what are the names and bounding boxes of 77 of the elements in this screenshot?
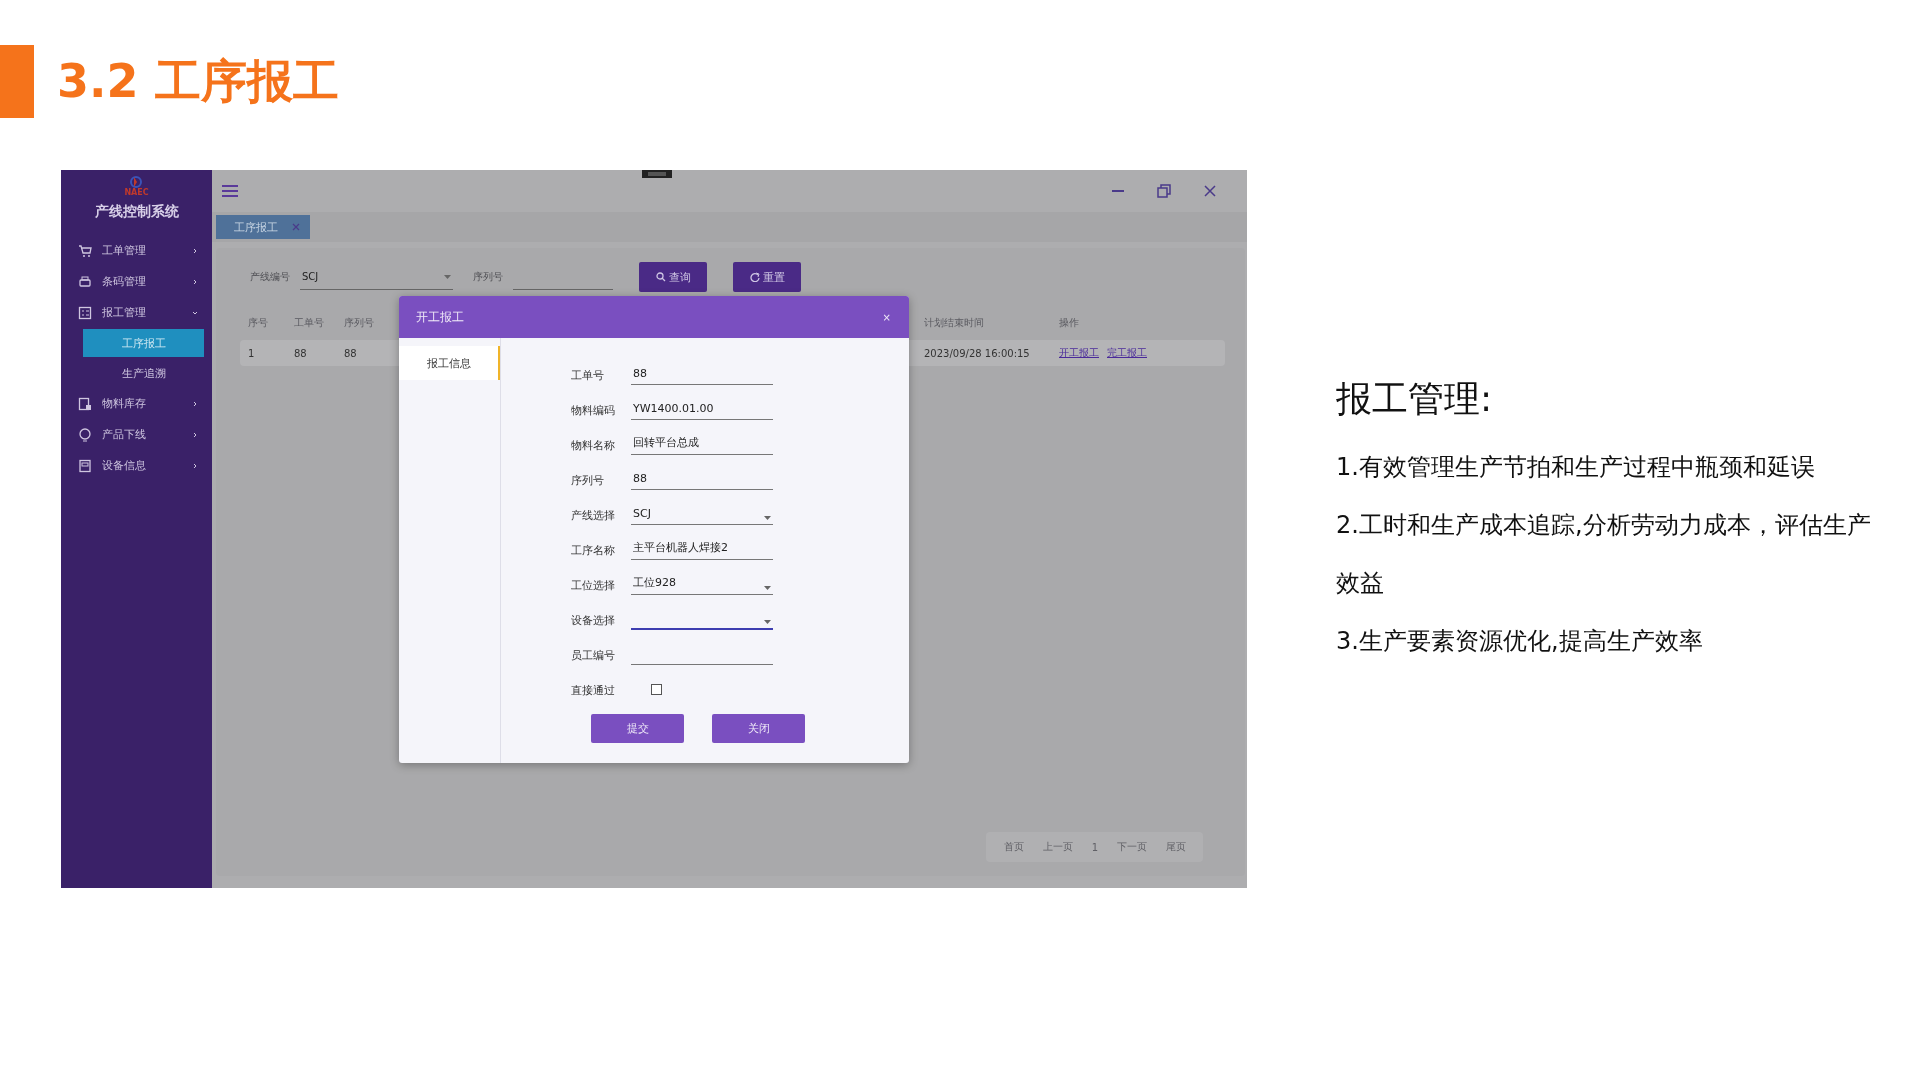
- field-label: 工序名称: [571, 543, 616, 558]
- note-point: 3.生产要素资源优化,提高生产效率: [1336, 626, 1704, 657]
- logo-icon: [129, 176, 144, 188]
- list-icon: [78, 305, 92, 320]
- input-field[interactable]: YW1400.01.00: [631, 393, 773, 420]
- chevron-right-icon: [192, 431, 198, 438]
- field-label: 序列号: [571, 473, 605, 488]
- input-field[interactable]: 回转平台总成: [631, 428, 773, 455]
- shield-icon: [78, 427, 92, 442]
- input-field[interactable]: 88: [631, 463, 773, 490]
- menu-icon[interactable]: [222, 185, 238, 197]
- column-header: 序号: [248, 316, 269, 330]
- field-label: 设备选择: [571, 613, 616, 628]
- restore-icon[interactable]: [1157, 184, 1171, 198]
- drag-handle-icon[interactable]: [642, 170, 672, 178]
- chevron-down-icon: [192, 309, 198, 316]
- column-header: 序列号: [344, 316, 375, 330]
- menu-item[interactable]: 工单管理: [61, 235, 212, 266]
- table-cell-text: 2023/09/28 16:00:15: [924, 347, 1031, 359]
- submenu-item[interactable]: 生产追溯: [83, 359, 204, 387]
- chevron-right-icon: [192, 400, 198, 407]
- menu-item[interactable]: 物料库存: [61, 388, 212, 419]
- note-point: 1.有效管理生产节拍和生产过程中瓶颈和延误: [1336, 452, 1816, 483]
- page-tab[interactable]: 工序报工: [216, 215, 310, 239]
- close-icon[interactable]: [1203, 184, 1217, 198]
- menu-item[interactable]: 报工管理: [61, 297, 212, 328]
- field-label: 物料编码: [571, 403, 616, 418]
- chevron-right-icon: [192, 278, 198, 285]
- action-link[interactable]: 完工报工: [1107, 346, 1147, 360]
- menu-item[interactable]: 产品下线: [61, 419, 212, 450]
- field-label: 工位选择: [571, 578, 616, 593]
- menu-item[interactable]: 设备信息: [61, 450, 212, 481]
- dialog-title: 开工报工: [416, 308, 464, 326]
- table-cell-text: 1: [248, 347, 256, 359]
- refresh-icon: [749, 272, 760, 282]
- caret-icon: [764, 619, 771, 624]
- filter-label: 序列号: [473, 270, 503, 284]
- table-cell-text: 88: [344, 347, 358, 359]
- close-button[interactable]: 关闭: [712, 714, 805, 743]
- caret-icon: [764, 585, 771, 590]
- panel-icon: [78, 458, 92, 473]
- column-header: 计划结束时间: [924, 316, 985, 330]
- field-label: 工单号: [571, 368, 605, 383]
- note-point: 2.工时和生产成本追踪,分析劳动力成本，评估生产效益: [1336, 510, 1872, 599]
- chevron-right-icon: [192, 247, 198, 254]
- column-header: 工单号: [294, 316, 325, 330]
- chevron-right-icon: [192, 462, 198, 469]
- select-field[interactable]: 工位928: [631, 568, 773, 595]
- field-label: 员工编号: [571, 648, 616, 663]
- printer-icon: [78, 274, 92, 289]
- select-field[interactable]: SCJ: [300, 264, 453, 290]
- action-link[interactable]: 开工报工: [1059, 346, 1099, 360]
- notes-heading: 报工管理:: [1336, 377, 1494, 421]
- input-field[interactable]: 88: [631, 358, 773, 385]
- caret-icon: [764, 515, 771, 520]
- reset-button[interactable]: 重置: [733, 262, 801, 292]
- menu-item[interactable]: 条码管理: [61, 266, 212, 297]
- system-name: 产线控制系统: [94, 203, 179, 221]
- table-cell-text: 88: [294, 347, 308, 359]
- field-label: 直接通过: [571, 683, 616, 698]
- filter-label: 产线编号: [250, 270, 290, 284]
- close-button[interactable]: ×: [882, 311, 891, 323]
- checkbox[interactable]: [651, 684, 662, 695]
- search-button[interactable]: 查询: [639, 262, 707, 292]
- caret-icon: [444, 274, 451, 279]
- document-icon: [78, 396, 92, 411]
- dialog-tab[interactable]: 报工信息: [399, 346, 500, 380]
- field-label: 物料名称: [571, 438, 616, 453]
- column-header: 操作: [1059, 316, 1080, 330]
- logo-text: NAEC: [124, 188, 149, 197]
- cart-icon: [78, 243, 92, 258]
- input-field[interactable]: 主平台机器人焊接2: [631, 533, 773, 560]
- submit-button[interactable]: 提交: [591, 714, 684, 743]
- search-icon: [655, 272, 666, 282]
- slide-title: 3.2 工序报工: [57, 52, 339, 110]
- field-label: 产线选择: [571, 508, 616, 523]
- select-field[interactable]: SCJ: [631, 498, 773, 525]
